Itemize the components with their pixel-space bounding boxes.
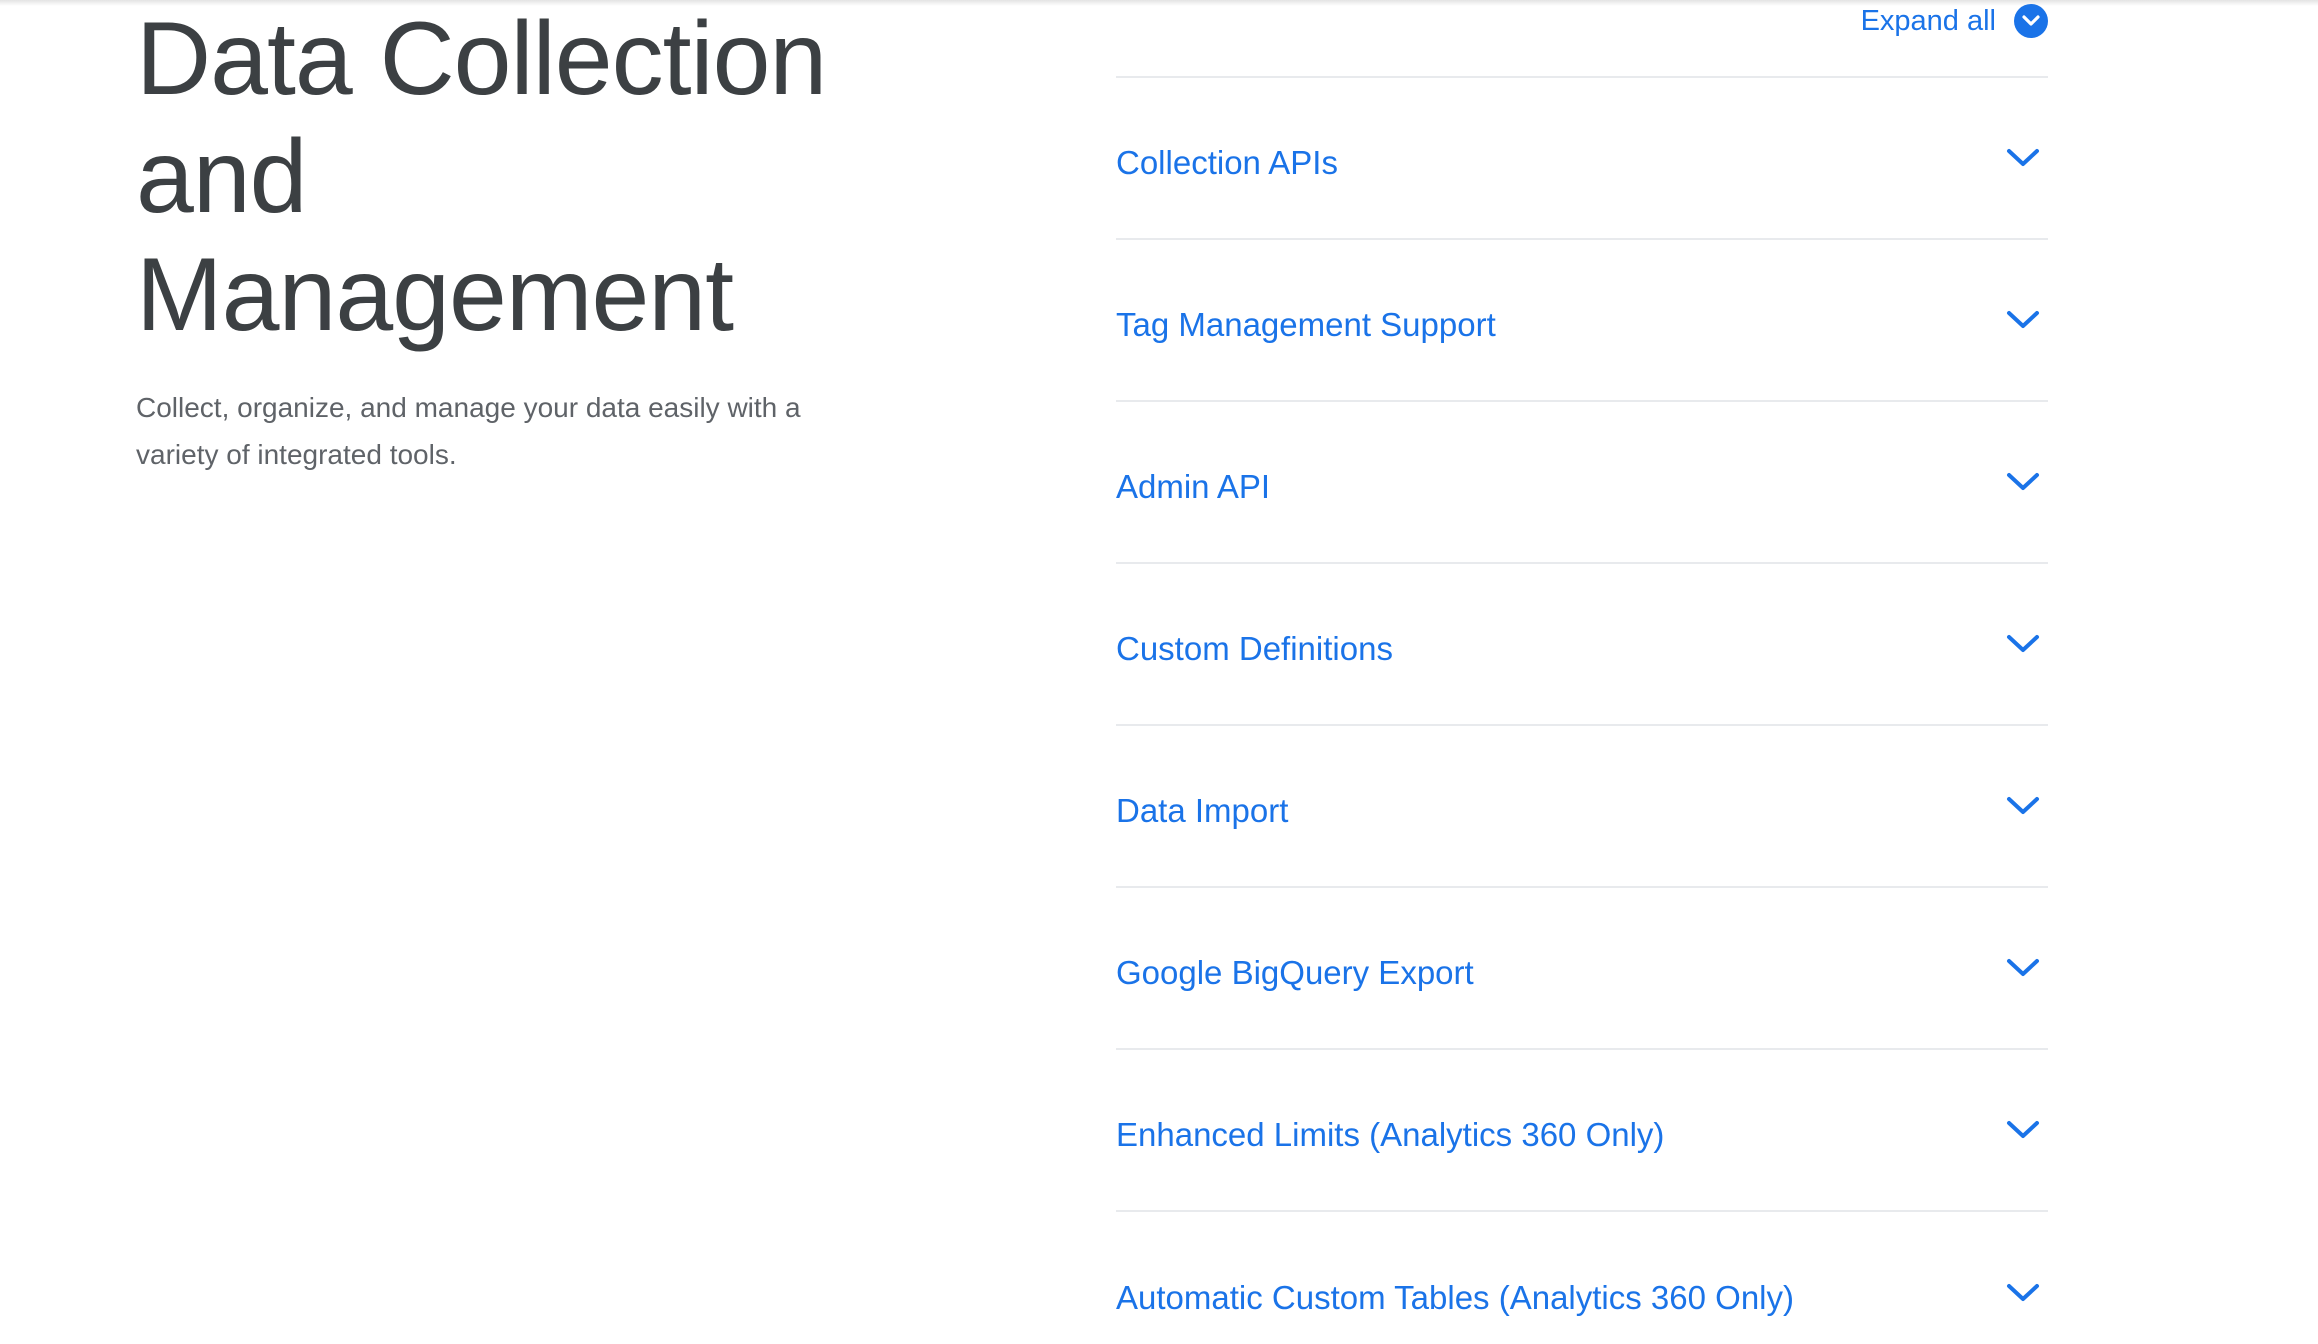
chevron-down-icon: [2007, 311, 2039, 328]
accordion-item-enhanced-limits[interactable]: Enhanced Limits (Analytics 360 Only): [1116, 1050, 2048, 1212]
chevron-down-icon: [2007, 473, 2039, 490]
accordion-item-label: Enhanced Limits (Analytics 360 Only): [1116, 1116, 1665, 1153]
chevron-down-icon: [2007, 1121, 2039, 1138]
accordion-item-collection-apis[interactable]: Collection APIs: [1116, 78, 2048, 240]
accordion-item-label: Custom Definitions: [1116, 630, 1393, 667]
accordion-item-label: Automatic Custom Tables (Analytics 360 O…: [1116, 1279, 1794, 1316]
chevron-down-icon: [2007, 149, 2039, 166]
feature-accordion: Expand all Collection APIs Tag Managemen…: [1116, 0, 2048, 1344]
accordion-item-admin-api[interactable]: Admin API: [1116, 402, 2048, 564]
expand-all-label: Expand all: [1860, 4, 1996, 37]
page-title-line-3: Management: [136, 237, 734, 353]
chevron-down-icon: [2007, 959, 2039, 976]
accordion-item-label: Collection APIs: [1116, 144, 1338, 181]
accordion-item-tag-management-support[interactable]: Tag Management Support: [1116, 240, 2048, 402]
accordion-item-label: Data Import: [1116, 792, 1289, 829]
accordion-item-label: Tag Management Support: [1116, 306, 1496, 343]
accordion-item-automatic-custom-tables[interactable]: Automatic Custom Tables (Analytics 360 O…: [1116, 1212, 2048, 1344]
accordion-item-google-bigquery-export[interactable]: Google BigQuery Export: [1116, 888, 2048, 1050]
page-description: Collect, organize, and manage your data …: [136, 392, 801, 470]
page-title: Data Collection and Management: [136, 0, 896, 354]
hero-section: Data Collection and Management Collect, …: [136, 0, 896, 478]
accordion-item-label: Admin API: [1116, 468, 1271, 505]
chevron-down-icon: [2007, 797, 2039, 814]
chevron-down-icon: [2007, 635, 2039, 652]
page: Data Collection and Management Collect, …: [0, 0, 2318, 1344]
chevron-down-circle-icon: [2014, 4, 2048, 38]
page-title-line-1: Data Collection: [136, 1, 827, 117]
page-title-line-2: and: [136, 119, 308, 235]
accordion-item-custom-definitions[interactable]: Custom Definitions: [1116, 564, 2048, 726]
chevron-down-icon: [2007, 1284, 2039, 1301]
accordion-item-data-import[interactable]: Data Import: [1116, 726, 2048, 888]
expand-all-button[interactable]: Expand all: [1861, 4, 2048, 38]
accordion-controls: Expand all: [1116, 0, 2048, 78]
accordion-item-label: Google BigQuery Export: [1116, 954, 1474, 991]
